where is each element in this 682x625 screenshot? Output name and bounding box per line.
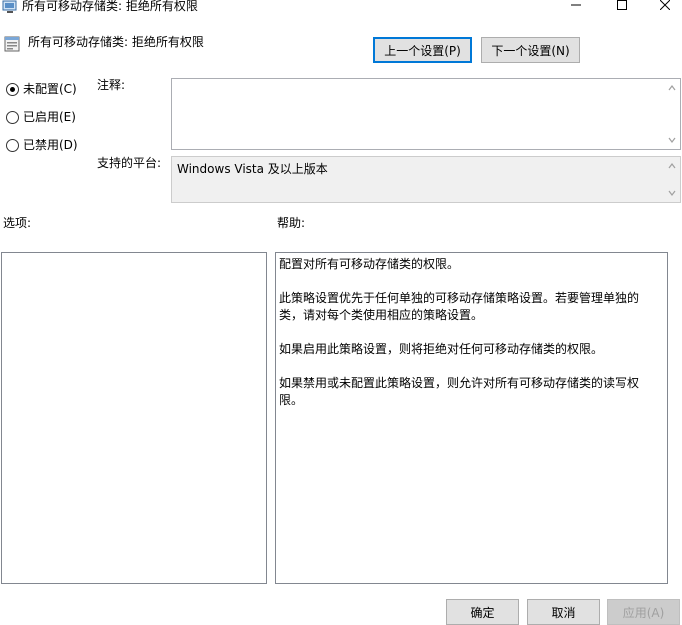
radio-label-disabled: 已禁用(D) [23, 138, 78, 152]
help-paragraph: 如果启用此策略设置，则将拒绝对任何可移动存储类的权限。 [279, 342, 604, 356]
scroll-up-icon[interactable] [668, 84, 676, 92]
close-icon [660, 0, 670, 10]
help-text: 配置对所有可移动存储类的权限。 此策略设置优先于任何单独的可移动存储策略设置。若… [279, 256, 664, 409]
supported-platform-field: Windows Vista 及以上版本 [171, 156, 681, 203]
cancel-button[interactable]: 取消 [527, 599, 600, 625]
comment-scrollbar[interactable] [664, 79, 680, 149]
radio-button[interactable] [6, 110, 19, 124]
options-panel [1, 252, 267, 584]
help-panel: 配置对所有可移动存储类的权限。 此策略设置优先于任何单独的可移动存储策略设置。若… [275, 252, 668, 584]
policy-window-icon [2, 0, 17, 13]
help-paragraph: 如果禁用或未配置此策略设置，则允许对所有可移动存储类的读写权限。 [279, 376, 640, 407]
supported-platform-value: Windows Vista 及以上版本 [177, 162, 328, 176]
help-section-label: 帮助: [277, 216, 306, 230]
apply-button[interactable]: 应用(A) [607, 599, 680, 625]
comment-textarea[interactable] [171, 78, 681, 150]
help-paragraph: 此策略设置优先于任何单独的可移动存储策略设置。若要管理单独的类，请对每个类使用相… [279, 291, 640, 322]
comment-label: 注释: [97, 78, 126, 92]
maximize-button[interactable] [599, 0, 645, 16]
next-setting-button[interactable]: 下一个设置(N) [481, 37, 580, 63]
radio-not-configured[interactable]: 未配置(C) [6, 80, 77, 98]
maximize-icon [617, 0, 627, 10]
platform-scrollbar[interactable] [664, 157, 680, 202]
supported-platform-label: 支持的平台: [97, 156, 162, 170]
minimize-button[interactable] [553, 0, 599, 16]
radio-button-checked[interactable] [6, 82, 19, 96]
scroll-down-icon[interactable] [668, 189, 676, 197]
options-section-label: 选项: [3, 216, 32, 230]
policy-setting-icon [4, 36, 20, 52]
radio-disabled[interactable]: 已禁用(D) [6, 136, 78, 154]
window-title: 所有可移动存储类: 拒绝所有权限 [22, 0, 198, 13]
radio-label-enabled: 已启用(E) [23, 110, 76, 124]
title-bar: 所有可移动存储类: 拒绝所有权限 [0, 0, 682, 16]
radio-label-not-configured: 未配置(C) [23, 82, 77, 96]
scroll-down-icon[interactable] [668, 136, 676, 144]
radio-enabled[interactable]: 已启用(E) [6, 108, 76, 126]
minimize-icon [571, 4, 581, 6]
scroll-up-icon[interactable] [668, 162, 676, 170]
policy-title: 所有可移动存储类: 拒绝所有权限 [28, 35, 204, 49]
previous-setting-button[interactable]: 上一个设置(P) [373, 37, 472, 63]
radio-button[interactable] [6, 138, 19, 152]
help-paragraph: 配置对所有可移动存储类的权限。 [279, 257, 460, 271]
ok-button[interactable]: 确定 [446, 599, 519, 625]
close-button[interactable] [645, 0, 682, 16]
